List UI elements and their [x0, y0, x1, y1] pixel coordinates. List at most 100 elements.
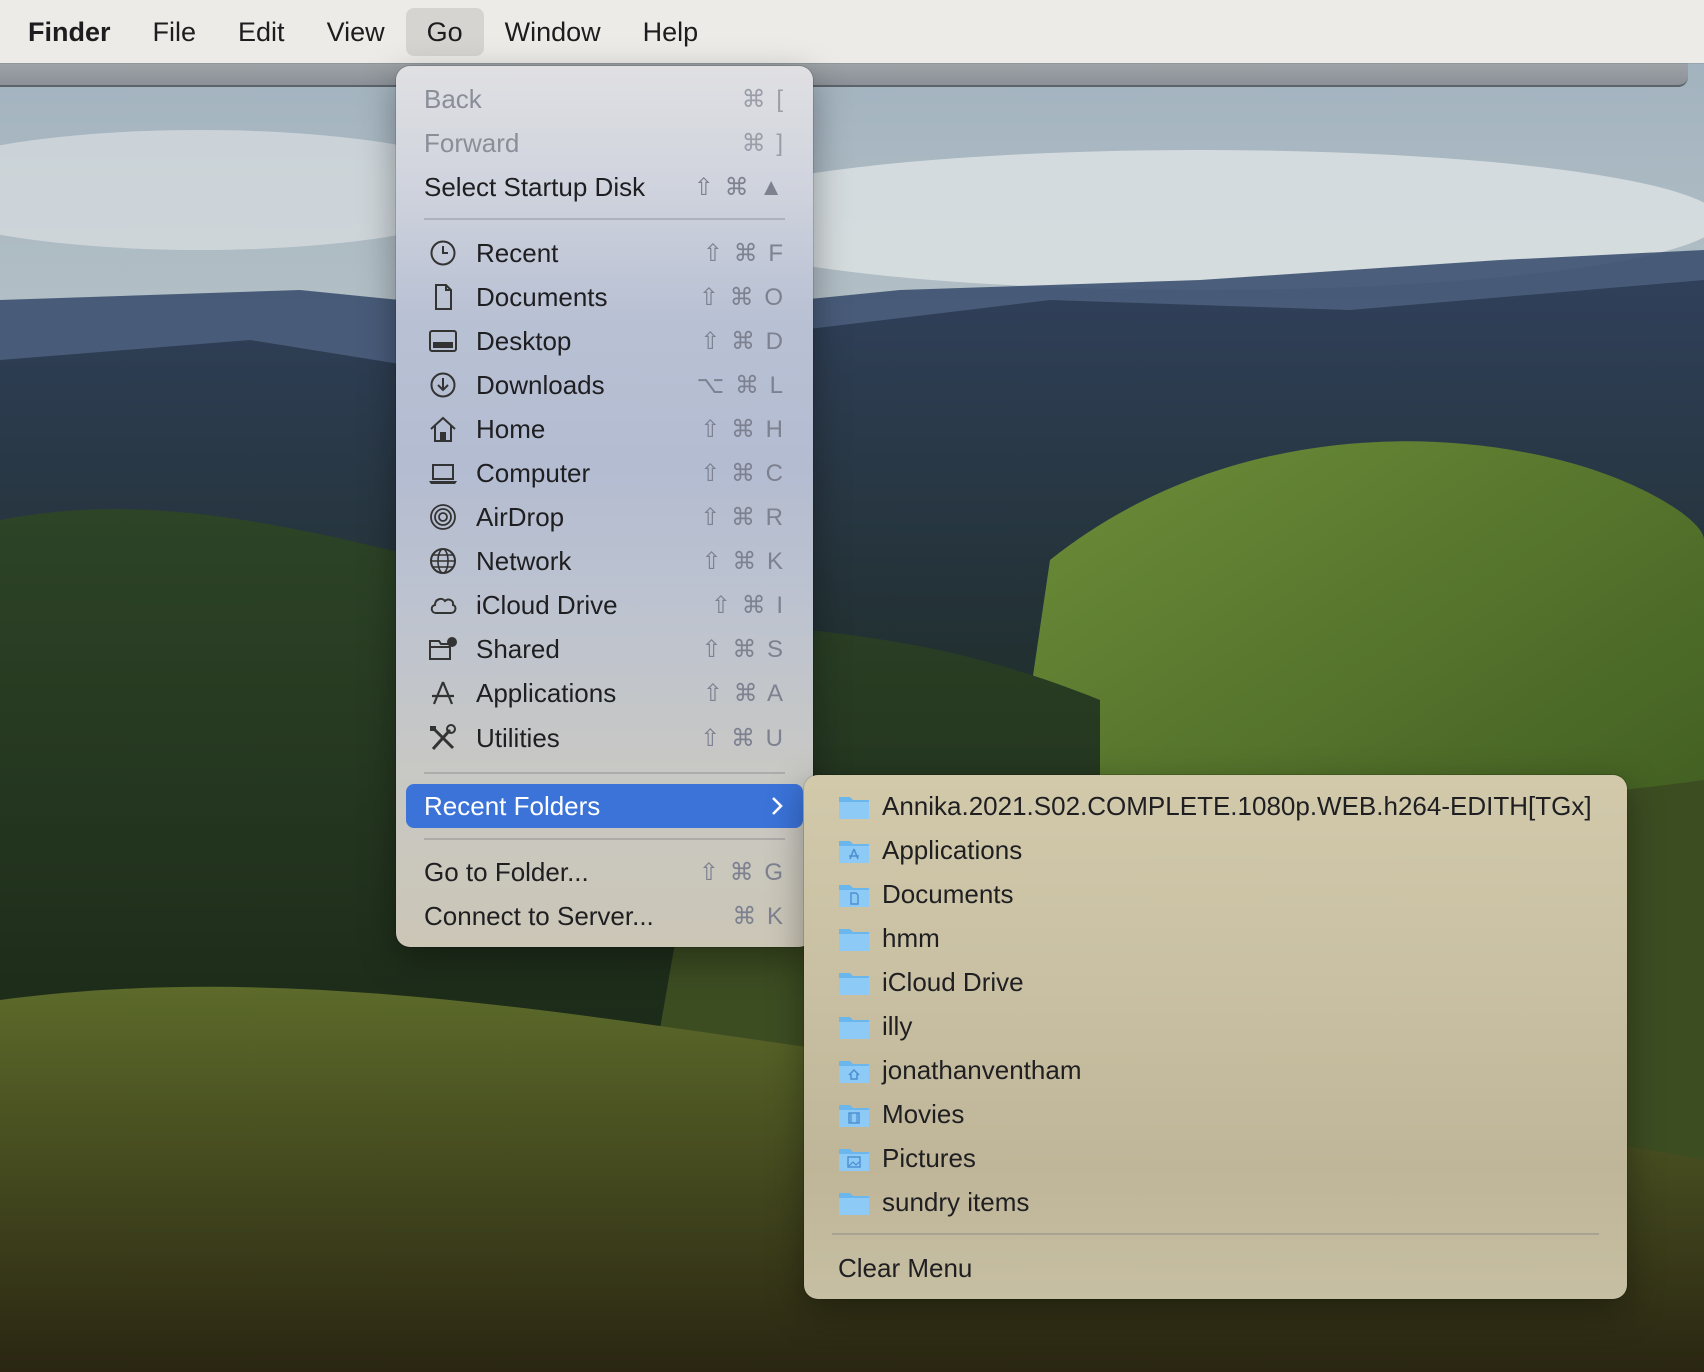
clock-icon — [428, 239, 458, 267]
menu-separator — [424, 772, 785, 774]
menubar-window[interactable]: Window — [484, 8, 622, 56]
menu-item-home[interactable]: Home ⇧ ⌘ H — [406, 407, 803, 451]
menu-item-recent[interactable]: Recent ⇧ ⌘ F — [406, 231, 803, 275]
recent-folder-item[interactable]: Documents — [816, 872, 1615, 916]
folder-icon — [839, 1193, 869, 1215]
menu-item-go-to-folder[interactable]: Go to Folder... ⇧ ⌘ G — [406, 850, 803, 894]
menu-item-back[interactable]: Back ⌘ [ — [406, 77, 803, 121]
menu-item-label: Select Startup Disk — [424, 171, 646, 202]
go-menu: Back ⌘ [ Forward ⌘ ] Select Startup Disk… — [396, 66, 813, 947]
folder-label: Applications — [882, 834, 1023, 865]
folder-label: Documents — [882, 878, 1014, 909]
recent-folder-item[interactable]: illy — [816, 1004, 1615, 1048]
menu-item-select-startup-disk[interactable]: Select Startup Disk ⇧ ⌘ ▲ — [406, 165, 803, 209]
shortcut-label: ⇧ ⌘ A — [702, 679, 785, 707]
globe-icon — [428, 547, 458, 575]
recent-folder-item[interactable]: iCloud Drive — [816, 960, 1615, 1004]
shortcut-label: ⇧ ⌘ S — [701, 635, 785, 663]
shortcut-label: ⇧ ⌘ D — [700, 327, 785, 355]
recent-folders-submenu: Annika.2021.S02.COMPLETE.1080p.WEB.h264-… — [804, 775, 1627, 1299]
folder-label: iCloud Drive — [882, 966, 1024, 997]
shortcut-label: ⇧ ⌘ H — [700, 415, 785, 443]
menu-item-applications[interactable]: Applications ⇧ ⌘ A — [406, 671, 803, 715]
menubar-go[interactable]: Go — [405, 7, 484, 56]
menubar-file[interactable]: File — [132, 8, 218, 56]
menubar-app-finder[interactable]: Finder — [7, 8, 132, 56]
recent-folder-item[interactable]: jonathanventham — [816, 1048, 1615, 1092]
menu-bar: Finder File Edit View Go Window Help — [0, 0, 1704, 63]
menu-item-network[interactable]: Network ⇧ ⌘ K — [406, 539, 803, 583]
folder-label: Movies — [882, 1098, 965, 1129]
menu-item-label: Applications — [476, 677, 617, 708]
clear-menu-label: Clear Menu — [838, 1252, 973, 1283]
menu-item-airdrop[interactable]: AirDrop ⇧ ⌘ R — [406, 495, 803, 539]
tools-icon — [428, 724, 458, 752]
recent-folder-item[interactable]: Annika.2021.S02.COMPLETE.1080p.WEB.h264-… — [816, 784, 1615, 828]
menu-item-recent-folders[interactable]: Recent Folders — [406, 784, 803, 828]
menubar-help[interactable]: Help — [622, 8, 720, 56]
shortcut-label: ⇧ ⌘ F — [702, 239, 785, 267]
menu-item-label: Connect to Server... — [424, 900, 654, 931]
folder-label: Annika.2021.S02.COMPLETE.1080p.WEB.h264-… — [882, 790, 1592, 821]
menu-item-computer[interactable]: Computer ⇧ ⌘ C — [406, 451, 803, 495]
documents-folder-icon — [839, 885, 869, 907]
menu-separator — [424, 218, 785, 220]
menu-item-shared[interactable]: Shared ⇧ ⌘ S — [406, 627, 803, 671]
menu-item-label: Network — [476, 545, 572, 576]
menu-item-label: Go to Folder... — [424, 856, 589, 887]
recent-folder-item[interactable]: Movies — [816, 1092, 1615, 1136]
menu-separator — [424, 838, 785, 840]
menu-item-icloud-drive[interactable]: iCloud Drive ⇧ ⌘ I — [406, 583, 803, 627]
shortcut-label: ⇧ ⌘ I — [710, 591, 785, 619]
folder-label: hmm — [882, 922, 940, 953]
desktop-icon — [428, 327, 458, 355]
shortcut-label: ⇧ ⌘ R — [700, 503, 785, 531]
menubar-edit[interactable]: Edit — [217, 8, 306, 56]
applications-icon — [428, 679, 458, 707]
menu-item-forward[interactable]: Forward ⌘ ] — [406, 121, 803, 165]
folder-icon — [839, 797, 869, 819]
menu-item-label: Documents — [476, 281, 608, 312]
applications-folder-icon — [839, 841, 869, 863]
shortcut-label: ⌘ [ — [741, 85, 785, 113]
shortcut-label: ⇧ ⌘ G — [698, 858, 785, 886]
recent-folder-item[interactable]: hmm — [816, 916, 1615, 960]
menu-item-documents[interactable]: Documents ⇧ ⌘ O — [406, 275, 803, 319]
menu-item-label: AirDrop — [476, 501, 565, 532]
document-icon — [428, 283, 458, 311]
recent-folder-item[interactable]: Pictures — [816, 1136, 1615, 1180]
menu-item-label: Back — [424, 83, 482, 114]
folder-label: illy — [882, 1010, 913, 1041]
menu-item-desktop[interactable]: Desktop ⇧ ⌘ D — [406, 319, 803, 363]
menu-item-connect-to-server[interactable]: Connect to Server... ⌘ K — [406, 894, 803, 938]
laptop-icon — [428, 459, 458, 487]
chevron-right-icon — [772, 797, 783, 815]
shortcut-label: ⌘ ] — [741, 129, 785, 157]
menu-separator — [832, 1233, 1599, 1235]
download-icon — [428, 371, 458, 399]
menu-item-label: Recent — [476, 237, 559, 268]
menu-item-label: Forward — [424, 127, 520, 158]
folder-icon — [839, 973, 869, 995]
cloud-icon — [428, 591, 458, 619]
shortcut-label: ⌥ ⌘ L — [696, 371, 785, 399]
menubar-view[interactable]: View — [306, 8, 406, 56]
menu-item-label: Downloads — [476, 369, 605, 400]
folder-label: sundry items — [882, 1186, 1030, 1217]
menu-item-utilities[interactable]: Utilities ⇧ ⌘ U — [406, 716, 803, 760]
finder-window-edge — [0, 63, 1688, 87]
recent-folder-item[interactable]: Applications — [816, 828, 1615, 872]
recent-folder-item[interactable]: sundry items — [816, 1180, 1615, 1224]
clear-menu-item[interactable]: Clear Menu — [816, 1246, 1615, 1290]
home-folder-icon — [839, 1061, 869, 1083]
folder-icon — [839, 929, 869, 951]
menu-item-downloads[interactable]: Downloads ⌥ ⌘ L — [406, 363, 803, 407]
menu-item-label: Desktop — [476, 325, 572, 356]
pictures-folder-icon — [839, 1149, 869, 1171]
menu-item-label: Recent Folders — [424, 790, 601, 821]
shortcut-label: ⇧ ⌘ O — [698, 283, 785, 311]
shortcut-label: ⇧ ⌘ ▲ — [693, 173, 785, 201]
menu-item-label: Computer — [476, 457, 591, 488]
shortcut-label: ⌘ K — [732, 902, 785, 930]
folder-icon — [839, 1017, 869, 1039]
